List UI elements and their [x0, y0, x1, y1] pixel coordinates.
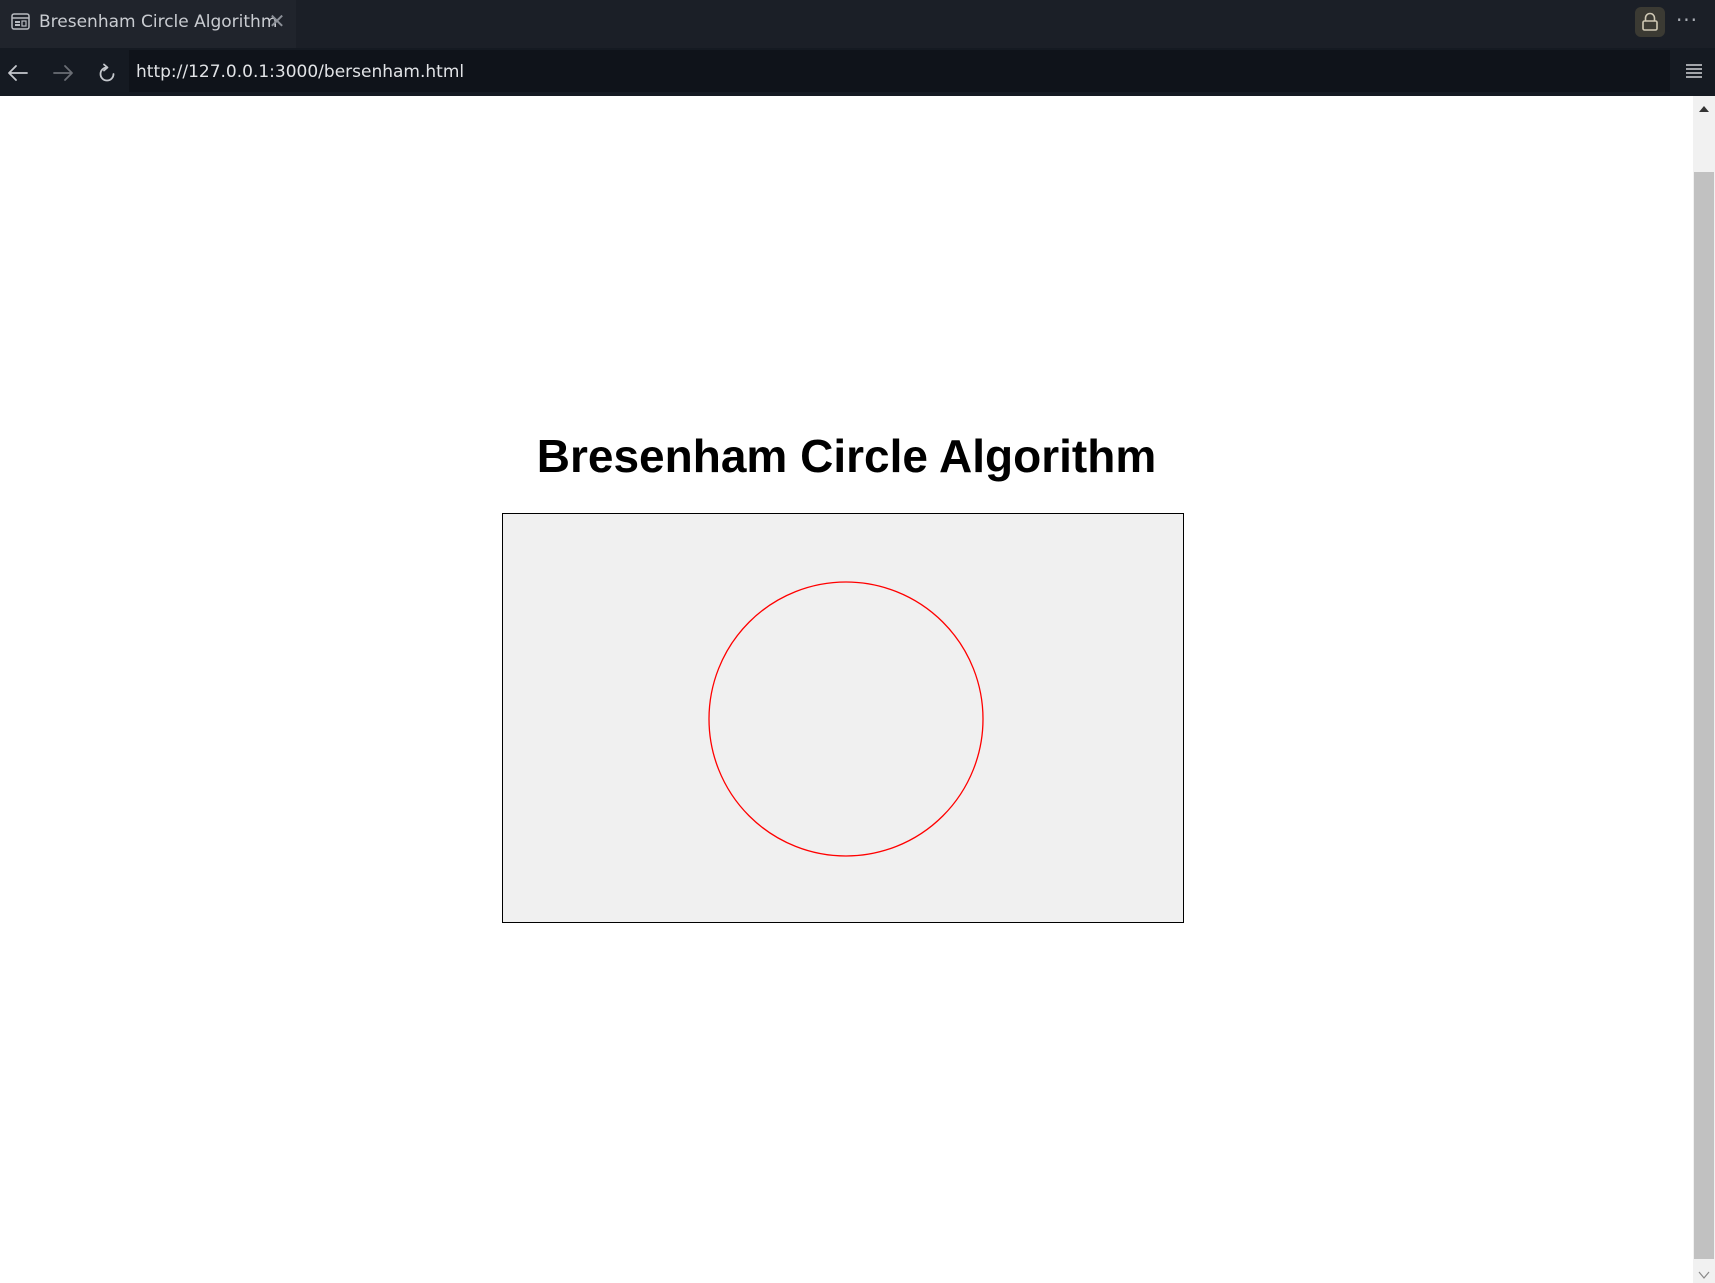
canvas-svg: [708, 581, 984, 857]
close-icon[interactable]: ✕: [266, 10, 288, 32]
page-viewport: Bresenham Circle Algorithm: [0, 96, 1693, 1283]
drawing-canvas: [502, 513, 1184, 923]
lock-button[interactable]: [1635, 7, 1665, 37]
browser-tab[interactable]: Bresenham Circle Algorithm ✕: [0, 0, 296, 48]
browser-toolbar: http://127.0.0.1:3000/bersenham.html: [0, 48, 1715, 96]
browser-tabbar: Bresenham Circle Algorithm ✕ ···: [0, 0, 1715, 48]
scrollbar-thumb[interactable]: [1694, 172, 1714, 1259]
more-icon[interactable]: ···: [1672, 6, 1702, 36]
address-bar[interactable]: http://127.0.0.1:3000/bersenham.html: [129, 50, 1670, 92]
page-title: Bresenham Circle Algorithm: [536, 430, 1157, 482]
page-icon: [11, 13, 30, 30]
scroll-down-icon[interactable]: [1698, 1271, 1710, 1279]
url-text[interactable]: http://127.0.0.1:3000/bersenham.html: [136, 62, 464, 82]
menu-icon[interactable]: [1682, 58, 1708, 84]
tab-title: Bresenham Circle Algorithm: [39, 12, 278, 32]
forward-button[interactable]: [47, 57, 79, 89]
back-button[interactable]: [2, 57, 34, 89]
vertical-scrollbar[interactable]: [1693, 96, 1715, 1283]
reload-button[interactable]: [91, 57, 123, 89]
scroll-up-icon[interactable]: [1698, 105, 1710, 113]
bresenham-circle: [708, 581, 984, 857]
